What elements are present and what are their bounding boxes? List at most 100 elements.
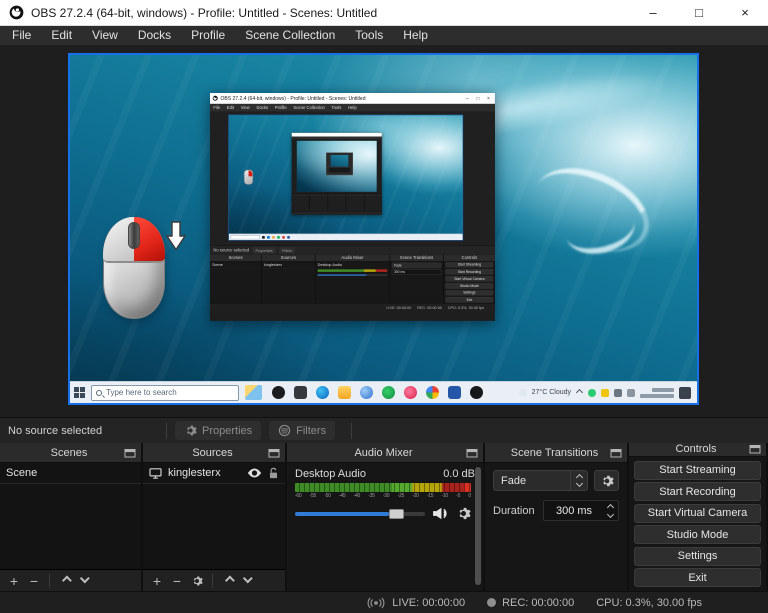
add-source-button[interactable]: + — [149, 573, 165, 589]
volume-meter-scale: -60 -55 -50 -45 -40 -35 -30 -25 -20 -15 … — [295, 493, 471, 499]
meter-tick: -30 — [382, 493, 390, 499]
visibility-eye-icon[interactable] — [247, 468, 262, 478]
volume-slider-handle[interactable] — [388, 508, 404, 519]
move-scene-up-button[interactable] — [57, 573, 73, 589]
preview-region: OBS 27.2.4 (64-bit, windows) - Profile: … — [0, 45, 768, 417]
scenes-list: Scene — [0, 463, 141, 569]
move-scene-down-button[interactable] — [77, 573, 93, 589]
broadcast-icon — [367, 597, 385, 608]
live-status: LIVE: 00:00:00 — [366, 597, 465, 609]
properties-button[interactable]: Properties — [175, 421, 262, 440]
source-list-item[interactable]: kinglesterx — [143, 463, 285, 484]
menu-profile[interactable]: Profile — [181, 26, 235, 45]
controls-title: Controls — [675, 443, 717, 456]
level2-docks — [291, 193, 382, 212]
exit-button[interactable]: Exit — [634, 568, 761, 587]
scene-list-item[interactable]: Scene — [0, 463, 141, 484]
duration-label: Duration — [493, 504, 535, 517]
dock-popout-icon[interactable] — [610, 448, 622, 458]
menu-docks[interactable]: Docks — [128, 26, 181, 45]
cpu-status: CPU: 0.3%, 30.00 fps — [596, 597, 702, 609]
transition-settings-button[interactable] — [594, 470, 619, 491]
scenes-panel: Scenes Scene + − — [0, 443, 141, 591]
window-title: OBS 27.2.4 (64-bit, windows) - Profile: … — [31, 5, 378, 20]
move-source-up-button[interactable] — [220, 573, 236, 589]
source-properties-button[interactable] — [189, 573, 205, 589]
captured-menu-item: Help — [348, 105, 357, 110]
mouse-scroll-wheel — [128, 222, 140, 249]
transitions-header: Scene Transitions — [485, 443, 627, 463]
close-button[interactable]: × — [722, 0, 768, 25]
transition-selected-value: Fade — [501, 474, 527, 487]
dock-popout-icon[interactable] — [749, 444, 761, 454]
audio-mixer-title: Audio Mixer — [354, 446, 413, 459]
minimize-button[interactable]: – — [630, 0, 676, 25]
sources-list: kinglesterx — [143, 463, 285, 569]
taskbar-search-box: Type here to search — [91, 384, 239, 401]
dock-popout-icon[interactable] — [124, 448, 136, 458]
studio-mode-button[interactable]: Studio Mode — [634, 525, 761, 544]
status-bar: LIVE: 00:00:00 REC: 00:00:00 CPU: 0.3%, … — [0, 591, 768, 613]
start-recording-button[interactable]: Start Recording — [634, 482, 761, 501]
settings-button[interactable]: Settings — [634, 546, 761, 566]
gear-icon[interactable] — [456, 506, 471, 521]
captured-live-status: LIVE: 00:00:00 — [386, 305, 412, 310]
preview-canvas-display-capture[interactable]: OBS 27.2.4 (64-bit, windows) - Profile: … — [68, 53, 699, 405]
captured-docks: Scenes Scene Sources kinglesterx Audio M… — [210, 254, 495, 304]
gear-icon — [187, 425, 197, 436]
menu-view[interactable]: View — [82, 26, 128, 45]
meter-tick: -35 — [368, 493, 375, 499]
dock-popout-icon[interactable] — [268, 448, 280, 458]
menu-file[interactable]: File — [2, 26, 41, 45]
level2-obs-window — [291, 132, 382, 215]
obs-logo-icon — [9, 5, 24, 20]
menu-scene-collection[interactable]: Scene Collection — [235, 26, 345, 45]
volume-slider[interactable] — [295, 508, 425, 519]
window-controls: – □ × — [630, 0, 768, 25]
volume-meter — [295, 483, 471, 492]
captured-menu-item: Edit — [226, 105, 235, 110]
level2-preview — [296, 140, 377, 192]
level2-menu-bar — [291, 136, 382, 140]
captured-preview-region — [210, 111, 495, 246]
tray-icon — [518, 388, 527, 397]
level3-obs-window — [326, 152, 353, 176]
remove-source-button[interactable]: − — [169, 573, 185, 589]
spin-arrows[interactable] — [604, 503, 618, 518]
transition-select[interactable]: Fade — [493, 470, 588, 491]
duration-spinbox[interactable]: 300 ms — [543, 500, 619, 521]
tray-icon — [614, 388, 622, 397]
select-chevrons — [570, 471, 587, 490]
captured-mixer-channel: Desktop Audio — [317, 262, 343, 267]
captured-window-title: OBS 27.2.4 (64-bit, windows) - Profile: … — [220, 95, 366, 102]
filters-button[interactable]: Filters — [269, 421, 336, 440]
captured-menu-item: Tools — [331, 105, 342, 110]
maximize-button[interactable]: □ — [676, 0, 722, 25]
live-timer-text: LIVE: 00:00:00 — [392, 596, 466, 609]
lock-open-icon[interactable] — [268, 467, 279, 479]
meter-tick: -25 — [397, 493, 405, 499]
menu-tools[interactable]: Tools — [345, 26, 393, 45]
no-source-selected-text: No source selected — [8, 424, 103, 437]
scene-transitions-panel: Scene Transitions Fade Duration 300 ms — [485, 443, 627, 591]
start-virtual-camera-button[interactable]: Start Virtual Camera — [634, 503, 761, 523]
captured-source-row: kinglesterx — [261, 261, 315, 269]
move-source-down-button[interactable] — [240, 573, 256, 589]
tray-time-text — [652, 387, 674, 392]
menu-help[interactable]: Help — [393, 26, 438, 45]
app-icon — [382, 386, 395, 399]
mixer-scrollbar[interactable] — [475, 467, 481, 585]
remove-scene-button[interactable]: − — [26, 573, 42, 589]
start-streaming-button[interactable]: Start Streaming — [634, 460, 761, 480]
captured-menu-item: Scene Collection — [293, 105, 325, 110]
menu-edit[interactable]: Edit — [41, 26, 82, 45]
captured-volume-slider — [317, 274, 388, 276]
captured-scenes-title: Scenes — [210, 254, 262, 262]
captured-control-button: Start Streaming — [445, 262, 494, 268]
speaker-icon[interactable] — [432, 507, 449, 520]
dock-popout-icon[interactable] — [466, 448, 478, 458]
captured-duration-field: 300 ms — [391, 269, 442, 275]
obs-application-window: OBS 27.2.4 (64-bit, windows) - Profile: … — [0, 0, 768, 613]
add-scene-button[interactable]: + — [6, 573, 22, 589]
meter-tick: -40 — [353, 493, 361, 499]
